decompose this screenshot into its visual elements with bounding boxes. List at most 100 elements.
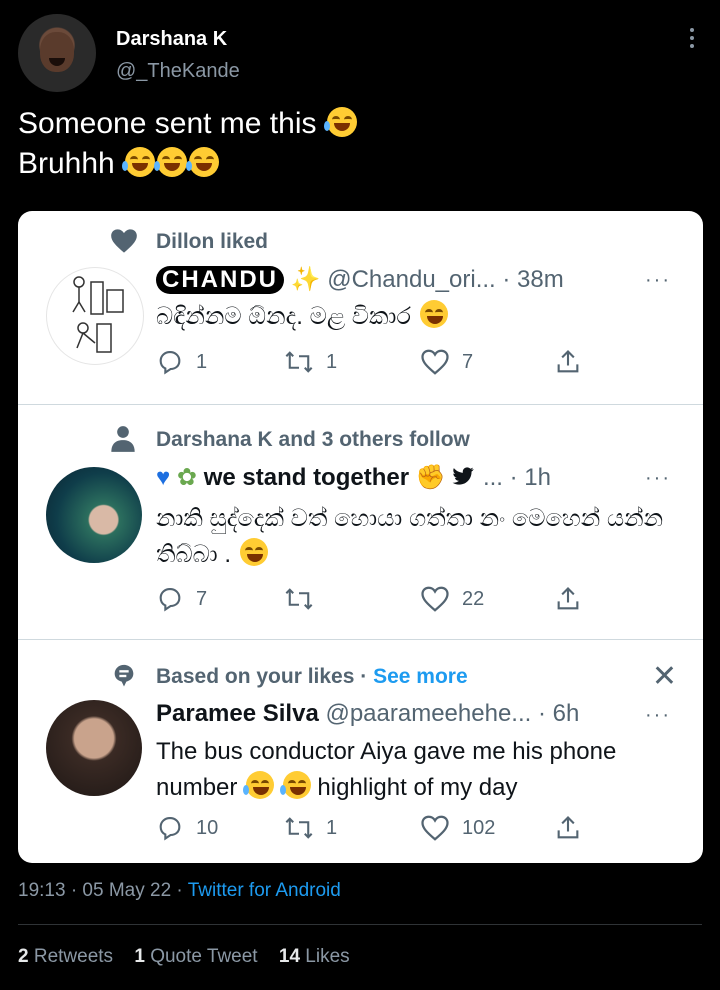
social-context-text: Based on your likes — [156, 665, 355, 688]
heart-icon — [111, 229, 137, 253]
tears-of-joy-emoji-icon — [186, 147, 220, 177]
tweet-meta: 19:13 · 05 May 22 · Twitter for Android — [18, 880, 341, 902]
stick-figure-image — [72, 276, 124, 353]
quotes-count: 1 — [134, 946, 145, 967]
paramee-avatar[interactable] — [46, 700, 142, 796]
close-icon[interactable]: ✕ — [652, 662, 677, 692]
retweets-count: 2 — [18, 946, 29, 967]
like-button[interactable]: 102 — [420, 814, 495, 842]
social-context: Based on your likes · See more — [156, 665, 468, 689]
feed-item-text-content: නාකි සුද්දෙක් වත් හොයා ගත්තා නං මෙහෙන් ය… — [156, 505, 664, 568]
retweets-label: Retweets — [33, 946, 114, 967]
reply-count: 7 — [196, 587, 208, 610]
flexed-biceps-emoji-icon: ✊ — [415, 464, 446, 491]
tears-of-joy-emoji-icon — [122, 147, 156, 177]
share-button[interactable] — [554, 585, 582, 613]
share-icon — [557, 350, 579, 373]
feed-item[interactable]: Based on your likes · See more ✕ Paramee… — [18, 640, 703, 863]
quotes-stat[interactable]: 1 Quote Tweet — [134, 946, 257, 967]
like-count: 102 — [462, 816, 496, 839]
share-button[interactable] — [554, 814, 582, 842]
reply-icon — [159, 351, 181, 375]
share-icon — [557, 587, 579, 610]
feed-item-text: නාකි සුද්දෙක් වත් හොයා ගත්තා නං මෙහෙන් ය… — [156, 501, 666, 573]
retweet-count: 1 — [326, 816, 338, 839]
retweet-button[interactable] — [284, 585, 326, 613]
loudly-crying-emoji-icon — [279, 771, 311, 799]
tweet-text-line1: Someone sent me this — [18, 107, 317, 140]
tears-of-joy-emoji-icon — [154, 147, 188, 177]
dizzy-emoji-icon: ✨ — [290, 266, 321, 293]
reply-button[interactable]: 10 — [156, 814, 218, 842]
blue-heart-emoji-icon: ♥ — [156, 464, 171, 491]
like-heart-icon — [421, 349, 449, 375]
feed-item[interactable]: Dillon liked CHANDU ✨ @Chandu_ori... · 3… — [18, 211, 703, 404]
see-more-link[interactable]: See more — [373, 665, 468, 688]
retweet-icon — [285, 588, 313, 610]
feed-item-handle[interactable]: @paarameehehe... · 6h — [325, 700, 579, 727]
likes-label: Likes — [305, 946, 350, 967]
context-separator: · — [354, 665, 374, 688]
tweet-text: Someone sent me this Bruhhh — [18, 104, 357, 184]
author-handle[interactable]: @_TheKande — [116, 60, 240, 83]
social-context: Darshana K and 3 others follow — [156, 428, 470, 451]
retweet-button[interactable]: 1 — [284, 348, 337, 376]
tweet-header: Darshana K @_TheKande — [18, 14, 702, 94]
quotes-label: Quote Tweet — [150, 946, 258, 967]
reply-count: 1 — [196, 350, 208, 373]
feed-item[interactable]: Darshana K and 3 others follow ♥ ✿ we st… — [18, 405, 703, 639]
feed-item-actions: 7 22 — [156, 585, 586, 617]
fairy-emoji-icon: ✿ — [176, 464, 198, 491]
feed-item-more-icon[interactable]: ··· — [645, 269, 671, 292]
like-heart-icon — [421, 815, 449, 841]
like-button[interactable]: 22 — [420, 585, 484, 613]
retweet-icon — [285, 817, 313, 839]
feed-item-actions: 1 1 7 — [156, 348, 586, 380]
feed-item-handle[interactable]: @Chandu_ori... · 38m — [327, 266, 563, 293]
like-button[interactable]: 7 — [420, 348, 473, 376]
likes-count: 14 — [278, 946, 301, 967]
divider — [18, 924, 702, 925]
feed-item-name[interactable]: we stand together — [204, 464, 409, 491]
source-link[interactable]: Twitter for Android — [188, 880, 341, 901]
embedded-screenshot[interactable]: Dillon liked CHANDU ✨ @Chandu_ori... · 3… — [18, 211, 703, 863]
feed-item-more-icon[interactable]: ··· — [645, 467, 671, 490]
feed-item-text: The bus conductor Aiya gave me his phone… — [156, 734, 666, 806]
reply-count: 10 — [196, 816, 219, 839]
feed-item-text-content: බඳින්නම ඕනද. මළ විකාර — [156, 303, 411, 330]
reply-icon — [159, 588, 181, 612]
reply-button[interactable]: 7 — [156, 585, 207, 613]
social-context: Dillon liked — [156, 230, 269, 253]
we-stand-together-avatar[interactable] — [46, 467, 142, 563]
like-count: 22 — [462, 587, 485, 610]
woozy-face-emoji-icon — [419, 300, 448, 328]
retweet-button[interactable]: 1 — [284, 814, 337, 842]
person-icon — [111, 426, 135, 452]
feed-item-header: CHANDU ✨ @Chandu_ori... · 38m — [156, 265, 564, 294]
chandu-avatar[interactable] — [46, 267, 144, 365]
feed-item-name[interactable]: Paramee Silva — [156, 700, 319, 727]
feed-item-actions: 10 1 102 — [156, 814, 586, 846]
loudly-crying-emoji-icon — [243, 771, 275, 799]
feed-item-text: බඳින්නම ඕනද. මළ විකාර — [156, 299, 666, 335]
speech-bubble-icon — [114, 664, 134, 687]
tweet-stats: 2 Retweets 1 Quote Tweet 14 Likes — [18, 946, 366, 968]
tweet-text-line2: Bruhhh — [18, 147, 115, 180]
like-count: 7 — [462, 350, 474, 373]
author-avatar[interactable] — [18, 14, 96, 92]
author-name[interactable]: Darshana K — [116, 28, 227, 51]
feed-item-more-icon[interactable]: ··· — [645, 704, 671, 727]
share-icon — [557, 816, 579, 839]
share-button[interactable] — [554, 348, 582, 376]
reply-icon — [159, 817, 181, 841]
retweet-icon — [285, 351, 313, 373]
feed-item-text-b: highlight of my day — [317, 774, 518, 801]
likes-stat[interactable]: 14 Likes — [279, 946, 350, 967]
feed-item-header: Paramee Silva @paarameehehe... · 6h — [156, 700, 579, 728]
twitter-bird-icon — [452, 467, 474, 485]
reply-button[interactable]: 1 — [156, 348, 207, 376]
retweets-stat[interactable]: 2 Retweets — [18, 946, 113, 967]
more-options-icon[interactable] — [690, 28, 696, 48]
feed-item-name[interactable]: CHANDU — [156, 266, 284, 294]
feed-item-handle[interactable]: ... · 1h — [483, 464, 551, 491]
